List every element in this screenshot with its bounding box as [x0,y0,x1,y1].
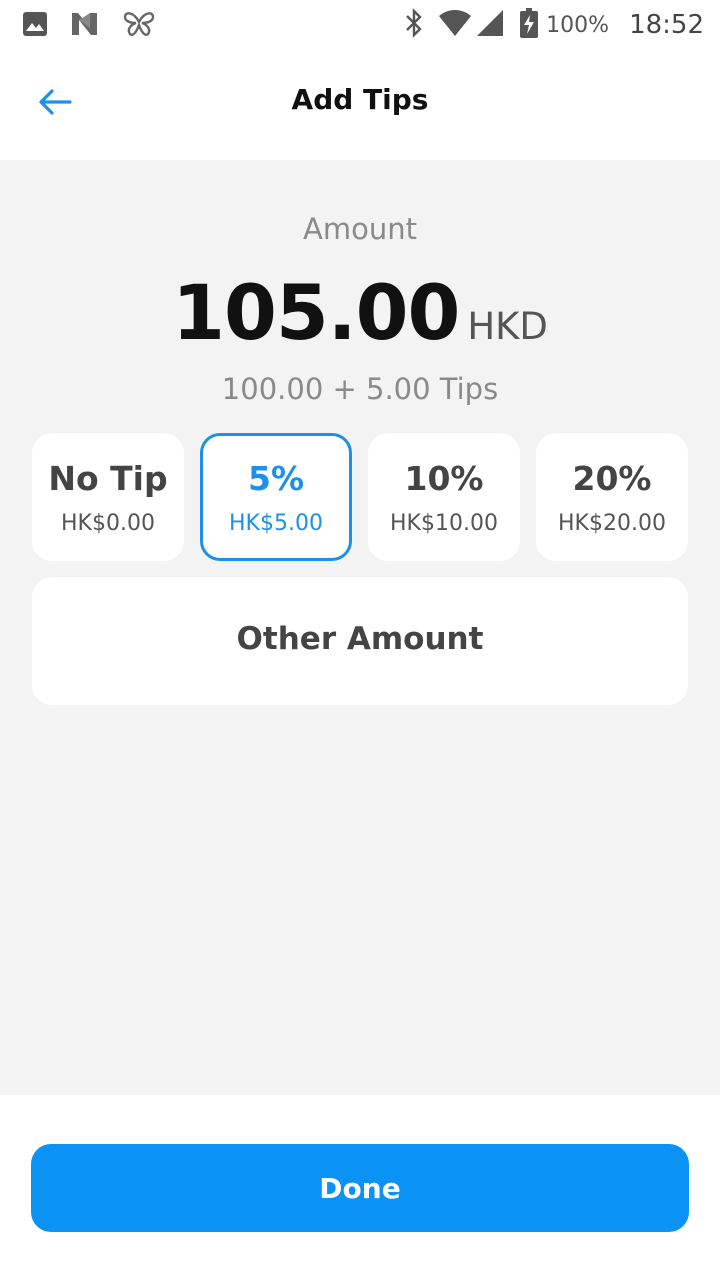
tip-options: No Tip HK$0.00 5% HK$5.00 10% HK$10.00 2… [32,433,688,561]
status-bar-notifications [22,10,178,42]
app-header: Add Tips [0,50,720,160]
amount-value: 105.00 [172,268,460,357]
tip-option-amount: HK$5.00 [229,511,323,536]
tip-option-5-percent[interactable]: 5% HK$5.00 [200,433,352,561]
tip-option-label: No Tip [48,459,168,498]
tip-option-20-percent[interactable]: 20% HK$20.00 [536,433,688,561]
other-amount-label: Other Amount [236,621,484,657]
tip-option-label: 10% [404,459,484,498]
other-amount-button[interactable]: Other Amount [32,577,688,705]
amount-total: 105.00 HKD [0,268,720,357]
amount-currency: HKD [467,305,548,348]
status-bar: 100% 18:52 [0,0,720,50]
amount-label: Amount [303,212,417,246]
tip-option-amount: HK$0.00 [61,511,155,536]
tip-option-amount: HK$20.00 [558,511,666,536]
tip-option-amount: HK$10.00 [390,511,498,536]
battery-charging-icon [520,8,539,42]
tip-option-10-percent[interactable]: 10% HK$10.00 [368,433,520,561]
butterfly-icon [122,10,156,42]
footer: Done [0,1095,720,1280]
image-icon [22,11,48,41]
status-bar-system: 100% 18:52 [404,8,704,42]
bluetooth-icon [404,8,424,42]
clock: 18:52 [629,10,704,40]
wifi-icon [438,9,472,41]
tip-content: Amount 105.00 HKD 100.00 + 5.00 Tips No T… [0,160,720,1095]
done-button[interactable]: Done [31,1144,689,1232]
done-button-label: Done [319,1172,401,1205]
tip-option-no-tip[interactable]: No Tip HK$0.00 [32,433,184,561]
amount-breakdown: 100.00 + 5.00 Tips [221,372,499,406]
n-logo-icon [70,11,100,41]
page-title: Add Tips [291,83,429,116]
cell-signal-icon [476,9,504,41]
tip-option-label: 5% [247,459,305,498]
tip-option-label: 20% [572,459,652,498]
battery-percentage: 100% [546,12,610,38]
